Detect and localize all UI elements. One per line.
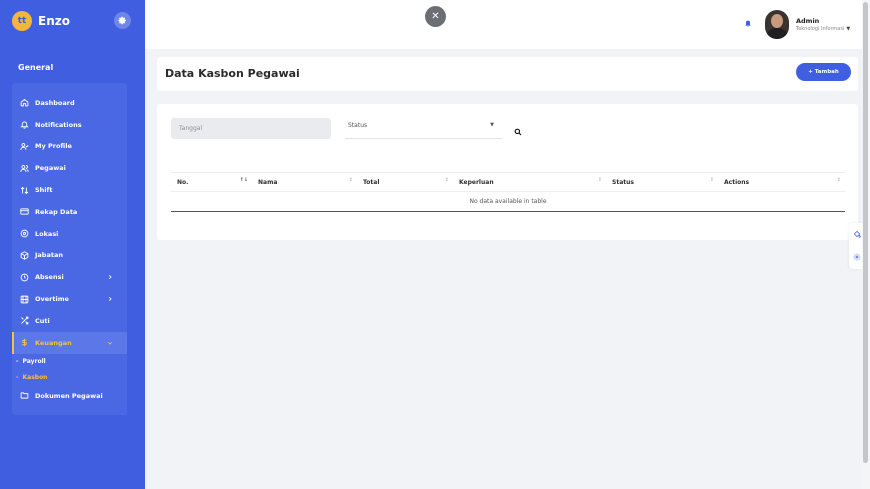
avatar[interactable] xyxy=(765,10,789,39)
sidebar-item-dashboard[interactable]: Dashboard xyxy=(12,92,127,114)
sidebar-item-label: Pegawai xyxy=(35,164,66,173)
keuangan-submenu: - Payroll - Kasbon xyxy=(12,353,127,386)
sort-icon: ↕ xyxy=(836,177,841,183)
sidebar-item-label: Notifications xyxy=(35,120,82,129)
status-select-label: Status xyxy=(348,122,368,129)
folder-icon xyxy=(19,391,29,401)
sidebar-item-label: Rekap Data xyxy=(35,207,78,216)
sidebar-item-lokasi[interactable]: Lokasi xyxy=(12,223,127,245)
sort-icon: ↕ xyxy=(444,177,449,183)
paint-bucket-icon[interactable] xyxy=(852,229,861,238)
sidebar-item-jabatan[interactable]: Jabatan xyxy=(12,245,127,267)
menu-card: Dashboard Notifications My Profile Pegaw… xyxy=(12,83,127,415)
submenu-item-kasbon[interactable]: - Kasbon xyxy=(12,370,127,387)
column-header-total[interactable]: Total ↕ xyxy=(357,173,453,191)
floating-toolbar xyxy=(849,223,862,269)
sidebar-item-overtime[interactable]: Overtime xyxy=(12,288,127,310)
column-header-keperluan[interactable]: Keperluan ↕ xyxy=(453,173,606,191)
add-button[interactable]: + Tambah xyxy=(796,63,851,81)
sidebar-item-label: Shift xyxy=(35,186,53,195)
table-empty-row: No data available in table xyxy=(171,192,845,212)
date-filter-input[interactable] xyxy=(171,118,331,139)
column-header-nama[interactable]: Nama ↕ xyxy=(252,173,357,191)
sidebar-item-label: Cuti xyxy=(35,316,50,325)
sidebar-item-keuangan[interactable]: Keuangan xyxy=(12,331,127,354)
sidebar-item-dokumen-pegawai[interactable]: Dokumen Pegawai xyxy=(12,385,127,407)
sidebar-item-cuti[interactable]: Cuti xyxy=(12,310,127,332)
bell-icon xyxy=(19,120,29,130)
sidebar-item-label: Jabatan xyxy=(35,251,63,260)
sort-icon: ↕ xyxy=(348,177,353,183)
search-button[interactable] xyxy=(513,125,523,135)
user-name[interactable]: Admin xyxy=(796,17,819,25)
sidebar-item-label: My Profile xyxy=(35,142,72,151)
topbar: ✕ Admin Teknologi Informasi ▼ xyxy=(145,0,870,49)
swap-arrows-icon xyxy=(19,185,29,195)
close-button[interactable]: ✕ xyxy=(425,6,446,27)
page-header: Data Kasbon Pegawai + Tambah xyxy=(157,57,858,91)
film-icon xyxy=(19,294,29,304)
sidebar-item-label: Lokasi xyxy=(35,229,59,238)
sidebar-item-label: Dokumen Pegawai xyxy=(35,391,103,400)
kasbon-table: No. ↑↓ Nama ↕ Total ↕ Keperluan ↕ Status… xyxy=(171,172,845,212)
sort-icon: ↑↓ xyxy=(239,177,248,183)
sort-icon: ↕ xyxy=(709,177,714,183)
brand-logo: tt xyxy=(12,11,32,31)
submenu-item-payroll[interactable]: - Payroll xyxy=(12,353,127,370)
location-icon xyxy=(19,229,29,239)
page-scrollbar-thumb[interactable] xyxy=(863,2,868,463)
box-icon xyxy=(19,250,29,260)
home-icon xyxy=(19,98,29,108)
sidebar-item-label: Absensi xyxy=(35,273,64,282)
sidebar-item-label: Keuangan xyxy=(35,338,72,347)
dollar-icon xyxy=(19,338,29,348)
sidebar: tt Enzo General Dashboard Notifications … xyxy=(0,0,145,489)
user-role-dropdown[interactable]: Teknologi Informasi ▼ xyxy=(796,26,850,32)
chevron-down-icon xyxy=(106,339,114,347)
chevron-right-icon xyxy=(106,273,114,281)
sidebar-item-notifications[interactable]: Notifications xyxy=(12,114,127,136)
sidebar-item-label: Dashboard xyxy=(35,98,75,107)
content-card: Status ▼ No. ↑↓ Nama ↕ Total ↕ Keperluan… xyxy=(157,104,858,240)
user-role: Teknologi Informasi xyxy=(796,26,845,32)
shuffle-icon xyxy=(19,316,29,326)
submenu-item-label: Payroll xyxy=(22,357,46,365)
section-title: General xyxy=(18,63,54,72)
user-check-icon xyxy=(19,141,29,151)
brand[interactable]: tt Enzo xyxy=(12,10,70,32)
column-header-status[interactable]: Status ↕ xyxy=(606,173,718,191)
sidebar-item-pegawai[interactable]: Pegawai xyxy=(12,157,127,179)
sidebar-item-shift[interactable]: Shift xyxy=(12,179,127,201)
column-header-actions[interactable]: Actions ↕ xyxy=(718,173,845,191)
sidebar-item-label: Overtime xyxy=(35,295,69,304)
credit-card-icon xyxy=(19,207,29,217)
sidebar-item-rekap-data[interactable]: Rekap Data xyxy=(12,201,127,223)
clock-icon xyxy=(19,272,29,282)
notification-bell-icon[interactable] xyxy=(743,19,753,29)
chevron-down-icon: ▼ xyxy=(490,122,494,128)
close-icon: ✕ xyxy=(431,11,440,22)
chevron-down-icon: ▼ xyxy=(846,26,851,32)
chevron-right-icon xyxy=(106,295,114,303)
gear-icon[interactable] xyxy=(114,12,131,29)
submenu-item-label: Kasbon xyxy=(22,374,48,382)
status-select[interactable]: Status ▼ xyxy=(345,118,502,139)
brand-name: Enzo xyxy=(38,14,70,28)
table-header: No. ↑↓ Nama ↕ Total ↕ Keperluan ↕ Status… xyxy=(171,172,845,192)
search-icon xyxy=(514,121,522,140)
sort-icon: ↕ xyxy=(597,177,602,183)
sidebar-menu: Dashboard Notifications My Profile Pegaw… xyxy=(12,92,127,354)
sidebar-item-absensi[interactable]: Absensi xyxy=(12,266,127,288)
gear-icon[interactable] xyxy=(852,252,861,261)
sidebar-item-my-profile[interactable]: My Profile xyxy=(12,136,127,158)
users-icon xyxy=(19,163,29,173)
column-header-no[interactable]: No. ↑↓ xyxy=(171,173,252,191)
page-title: Data Kasbon Pegawai xyxy=(165,67,300,80)
